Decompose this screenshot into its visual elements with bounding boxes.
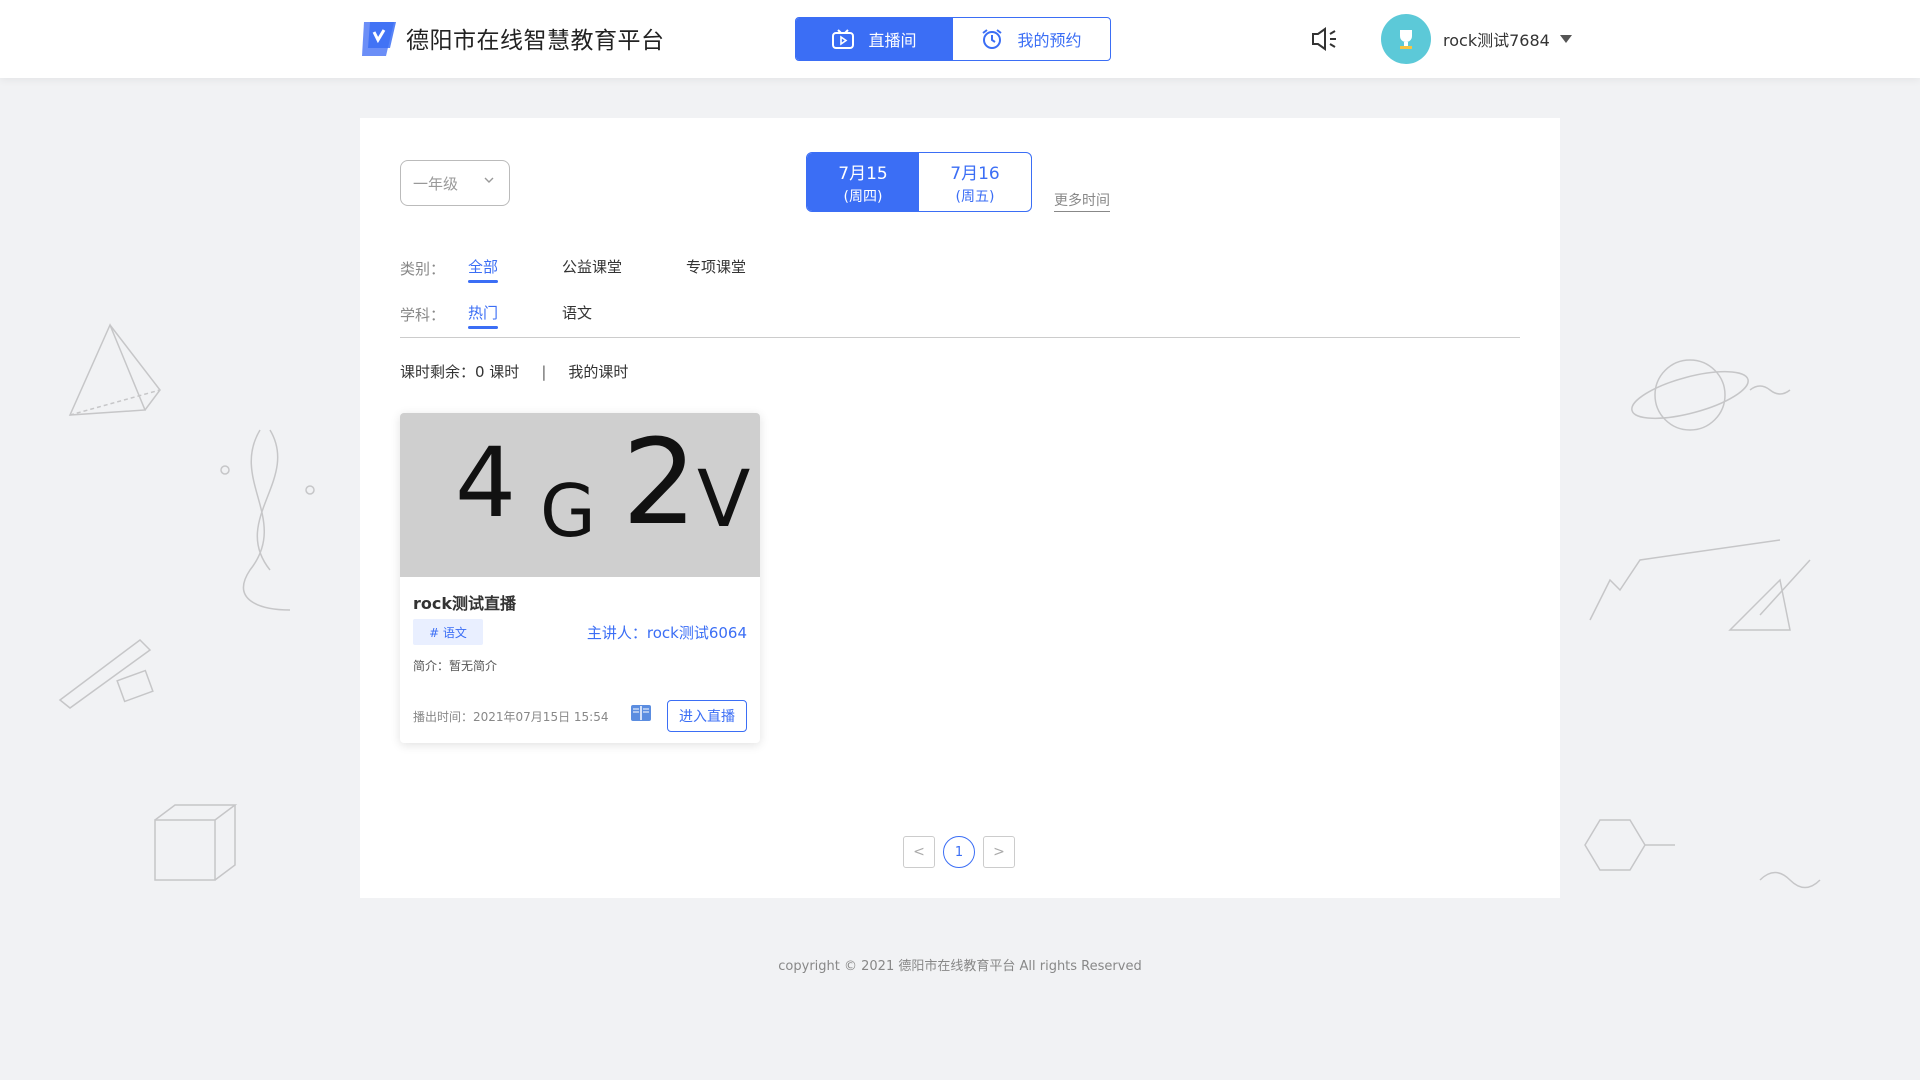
speaker-icon[interactable] (1310, 26, 1338, 52)
username: rock测试7684 (1443, 31, 1550, 50)
top-header: 德阳市在线智慧教育平台 直播间 我的预约 rock测试7684 (0, 0, 1920, 78)
date-tab-date: 7月15 (838, 163, 888, 184)
date-tab-weekday: (周五) (955, 188, 995, 205)
course-thumbnail: 4 G 2 V (400, 413, 760, 577)
alarm-clock-icon (982, 29, 1003, 49)
category-label: 类别： (400, 260, 446, 278)
pagination: < 1 > (903, 836, 1023, 868)
tab-my-reservations[interactable]: 我的预约 (953, 18, 1110, 60)
formula-doodle (1589, 539, 1811, 631)
live-course-card[interactable]: 4 G 2 V rock测试直播 # 语文 主讲人：rock测试6064 简介：… (400, 413, 760, 743)
cube-doodle (154, 804, 238, 881)
footer-copyright: copyright © 2021 德阳市在线教育平台 All rights Re… (778, 959, 1142, 974)
my-hours-link[interactable]: 我的课时 (568, 361, 628, 382)
date-tab-weekday: (周四) (843, 188, 883, 205)
course-host: 主讲人：rock测试6064 (586, 624, 747, 642)
caret-down-icon (1559, 35, 1572, 43)
tab-live-room-label: 直播间 (868, 31, 917, 50)
course-title: rock测试直播 (413, 594, 517, 613)
category-all[interactable]: 全部 (468, 256, 499, 283)
category-special[interactable]: 专项课堂 (686, 256, 746, 281)
page-number-current[interactable]: 1 (943, 836, 975, 868)
site-title: 德阳市在线智慧教育平台 (406, 28, 665, 54)
avatar (1381, 14, 1431, 64)
thumb-char: 4 (455, 427, 517, 539)
dna-doodle (220, 429, 315, 611)
platform-logo-icon (362, 22, 396, 56)
date-tab-0716[interactable]: 7月16 (周五) (919, 153, 1031, 211)
more-time-link[interactable]: 更多时间 (1054, 190, 1110, 212)
pyramid-doodle (68, 323, 161, 416)
divider (400, 337, 1520, 338)
date-tab-date: 7月16 (950, 163, 1000, 184)
main-panel: 一年级 7月15 (周四) 7月16 (周五) 更多时间 类别： 全部 公益课堂… (360, 118, 1560, 898)
course-intro: 简介：暂无简介 (413, 659, 498, 673)
subject-hot[interactable]: 热门 (468, 302, 499, 329)
main-nav-tabs: 直播间 我的预约 (795, 17, 1111, 61)
category-filter: 类别： 全部 公益课堂 专项课堂 (400, 256, 810, 283)
molecule-doodle (1584, 819, 1821, 889)
broadcast-time: 播出时间：2021年07月15日 15:54 (413, 710, 609, 724)
thumb-char: V (697, 455, 751, 545)
subject-tag: # 语文 (413, 619, 483, 645)
tab-my-reservations-label: 我的预约 (1017, 31, 1082, 50)
chevron-down-icon (484, 177, 494, 183)
pencil-doodle (58, 639, 154, 709)
prev-page-button[interactable]: < (903, 836, 935, 868)
date-tabs: 7月15 (周四) 7月16 (周五) (806, 152, 1032, 212)
enter-live-button[interactable]: 进入直播 (667, 700, 747, 732)
brand[interactable]: 德阳市在线智慧教育平台 (360, 18, 665, 58)
date-tab-0715[interactable]: 7月15 (周四) (807, 153, 919, 211)
grade-select-value: 一年级 (413, 174, 459, 193)
grade-select[interactable]: 一年级 (400, 160, 510, 206)
thumb-char: G (540, 469, 596, 553)
tab-live-room[interactable]: 直播间 (796, 18, 953, 60)
subject-chinese[interactable]: 语文 (562, 302, 592, 327)
tv-icon (832, 29, 855, 49)
subject-filter: 学科： 热门 语文 (400, 302, 656, 329)
hours-remaining: 课时剩余：0 课时 (400, 363, 520, 381)
trophy-icon (1400, 30, 1412, 49)
class-hours: 课时剩余：0 课时 | 我的课时 (400, 361, 628, 382)
book-icon[interactable] (630, 703, 652, 723)
subject-label: 学科： (400, 306, 446, 324)
category-public-welfare[interactable]: 公益课堂 (562, 256, 622, 281)
next-page-button[interactable]: > (983, 836, 1015, 868)
user-menu[interactable]: rock测试7684 (1381, 14, 1572, 64)
planet-doodle (1631, 359, 1791, 431)
hours-separator: | (541, 362, 547, 381)
thumb-char: 2 (622, 413, 698, 551)
